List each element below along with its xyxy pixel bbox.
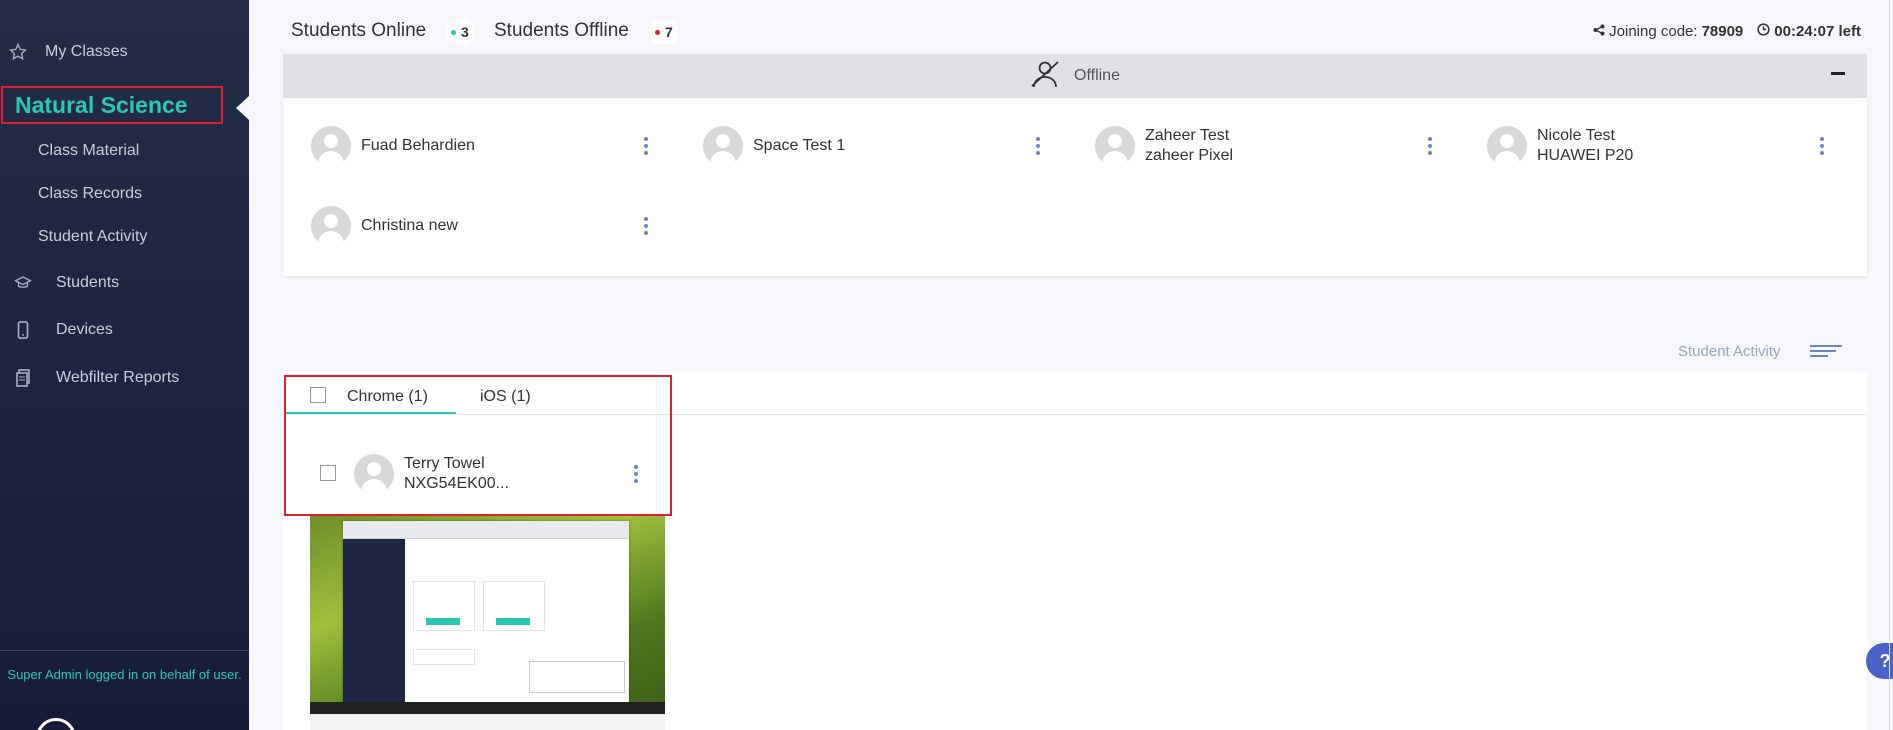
page-edge: [1889, 0, 1890, 730]
thumbnail-browser-window: [343, 521, 629, 702]
nav-webfilter-reports[interactable]: Webfilter Reports: [0, 360, 179, 396]
offline-student-card[interactable]: Zaheer Test zaheer Pixel: [1095, 124, 1233, 168]
student-menu-button[interactable]: [1427, 137, 1433, 155]
clock-icon: [1757, 23, 1770, 40]
student-device: zaheer Pixel: [1145, 147, 1234, 164]
joining-code-area: Joining code: 78909 00:24:07 left: [1593, 23, 1861, 40]
sidebar: My Classes Natural Science Class Materia…: [0, 0, 249, 730]
student-checkbox[interactable]: [320, 465, 336, 481]
student-device: HUAWEI P20: [1537, 147, 1634, 164]
student-name: Fuad Behardien: [361, 137, 475, 154]
joining-code-value: 78909: [1701, 23, 1744, 40]
offline-count-badge: 7: [649, 20, 679, 44]
active-indicator: [236, 96, 249, 120]
graduation-cap-icon: [14, 274, 32, 292]
admin-avatar[interactable]: [36, 718, 76, 730]
online-count: 3: [461, 24, 469, 40]
student-menu-button[interactable]: [1819, 137, 1825, 155]
student-device: NXG54EK00...: [404, 475, 509, 492]
student-menu-button[interactable]: [643, 137, 649, 155]
student-name: Nicole Test: [1537, 127, 1615, 144]
nav-webfilter-label: Webfilter Reports: [56, 369, 180, 386]
online-dot: [451, 29, 456, 35]
offline-student-card[interactable]: Space Test 1: [703, 124, 845, 168]
share-icon: [1593, 23, 1605, 40]
star-icon: [9, 43, 27, 61]
offline-section-header[interactable]: Offline: [283, 54, 1867, 98]
offline-student-card[interactable]: Fuad Behardien: [311, 124, 475, 168]
students-offline-label: Students Offline: [494, 20, 629, 41]
report-icon: [14, 369, 32, 387]
tab-chrome[interactable]: Chrome (1): [347, 388, 428, 406]
nav-students-label: Students: [56, 274, 120, 291]
joining-code-label: Joining code:: [1609, 23, 1698, 40]
nav-devices[interactable]: Devices: [0, 312, 113, 348]
nav-class-material[interactable]: Class Material: [0, 133, 139, 169]
student-name: Zaheer Test: [1145, 127, 1230, 144]
student-activity-label: Student Activity: [1678, 343, 1781, 360]
offline-count: 7: [665, 24, 673, 40]
offline-section-title: Offline: [1074, 67, 1120, 84]
select-all-checkbox[interactable]: [310, 387, 326, 403]
student-name: Christina new: [361, 217, 458, 234]
phone-icon: [14, 321, 32, 339]
thumbnail-taskbar: [310, 702, 665, 714]
admin-notice: Super Admin logged in on behalf of user.: [7, 667, 242, 682]
offline-students-panel: Fuad Behardien Space Test 1 Zaheer Test …: [283, 98, 1867, 276]
students-online-label: Students Online: [291, 20, 427, 41]
nav-my-classes[interactable]: My Classes: [0, 34, 128, 70]
nav-devices-label: Devices: [56, 321, 113, 338]
nav-class-records[interactable]: Class Records: [0, 176, 142, 212]
avatar: [1095, 126, 1135, 166]
nav-students[interactable]: Students: [0, 265, 119, 301]
avatar: [311, 126, 351, 166]
avatar: [703, 126, 743, 166]
offline-dot: [655, 29, 660, 35]
offline-student-card[interactable]: Christina new: [311, 204, 458, 248]
list-view-icon[interactable]: [1810, 345, 1842, 359]
collapse-button[interactable]: [1831, 72, 1845, 75]
tabs-divider: [283, 414, 1867, 415]
user-offline-icon: [1030, 60, 1060, 93]
sidebar-divider: [0, 650, 249, 651]
active-class-title[interactable]: Natural Science: [1, 86, 223, 124]
thumbnail-footer: [310, 714, 665, 730]
avatar: [311, 206, 351, 246]
student-menu-button[interactable]: [1035, 137, 1041, 155]
offline-student-card[interactable]: Nicole Test HUAWEI P20: [1487, 124, 1633, 168]
online-student-card[interactable]: Terry Towel NXG54EK00...: [354, 452, 509, 496]
nav-student-activity[interactable]: Student Activity: [0, 219, 147, 255]
time-left: 00:24:07 left: [1774, 23, 1861, 40]
online-count-badge: 3: [445, 20, 475, 44]
tab-ios[interactable]: iOS (1): [480, 388, 531, 406]
student-name: Space Test 1: [753, 137, 846, 154]
student-menu-button[interactable]: [643, 217, 649, 235]
student-screen-thumbnail[interactable]: [310, 516, 665, 714]
avatar: [354, 454, 394, 494]
nav-my-classes-label: My Classes: [45, 43, 128, 60]
student-name: Terry Towel: [404, 455, 485, 472]
avatar: [1487, 126, 1527, 166]
student-menu-button[interactable]: [633, 465, 639, 483]
